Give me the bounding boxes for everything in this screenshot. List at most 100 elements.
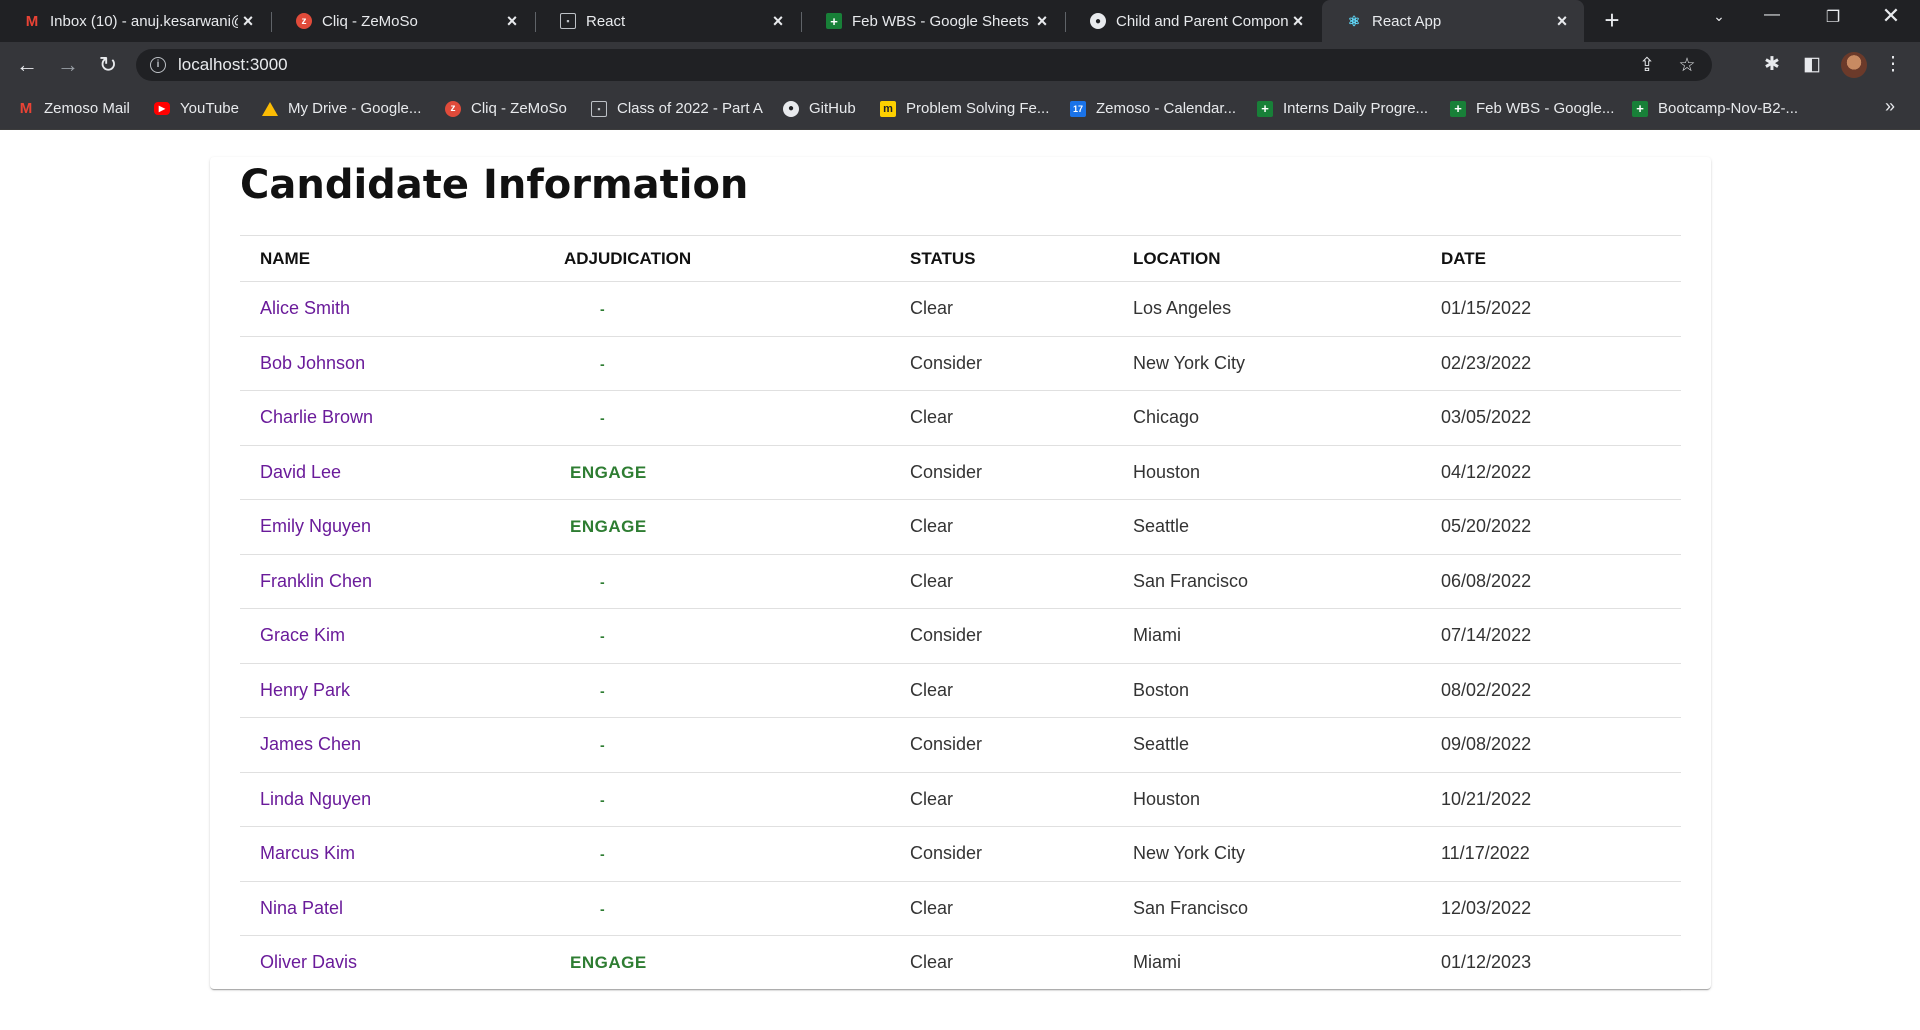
candidate-name[interactable]: Henry Park (240, 663, 564, 718)
new-tab-button[interactable]: + (1598, 7, 1626, 34)
bookmark-interns-daily[interactable]: + Interns Daily Progre... (1257, 100, 1428, 117)
table-row[interactable]: Alice Smith - Clear Los Angeles 01/15/2022 (240, 281, 1681, 337)
tab-sheets[interactable]: + Feb WBS - Google Sheets × (802, 0, 1064, 42)
tab-github[interactable]: ● Child and Parent Components × (1066, 0, 1320, 42)
profile-avatar[interactable] (1841, 52, 1867, 78)
adjudication-cell: - (564, 336, 910, 391)
bookmark-label: Zemoso Mail (44, 100, 130, 117)
table-row[interactable]: Franklin Chen - Clear San Francisco 06/08/20… (240, 554, 1681, 609)
table-row[interactable]: Charlie Brown - Clear Chicago 03/05/2022 (240, 390, 1681, 446)
bookmark-class-of-2022[interactable]: ▪ Class of 2022 - Part A (591, 100, 763, 117)
candidate-name[interactable]: Alice Smith (240, 281, 564, 337)
bookmark-cliq[interactable]: z Cliq - ZeMoSo (445, 100, 567, 117)
bookmark-feb-wbs[interactable]: + Feb WBS - Google... (1450, 100, 1614, 117)
adjudication-value: - (600, 628, 605, 645)
bookmark-youtube[interactable]: ▶ YouTube (154, 100, 239, 117)
bookmark-problem-solving[interactable]: m Problem Solving Fe... (880, 100, 1049, 117)
date-cell: 04/12/2022 (1441, 445, 1681, 500)
table-row[interactable]: Marcus Kim - Consider New York City 11/17/20… (240, 826, 1681, 882)
restore-icon[interactable]: ❐ (1818, 7, 1848, 27)
date-cell: 03/05/2022 (1441, 390, 1681, 446)
close-icon[interactable]: × (238, 11, 258, 32)
bookmark-zemoso-mail[interactable]: M Zemoso Mail (18, 100, 130, 117)
bookmark-label: Interns Daily Progre... (1283, 100, 1429, 117)
tab-react[interactable]: ▪ React × (536, 0, 800, 42)
status-cell: Consider (910, 608, 1133, 664)
close-icon[interactable]: × (1032, 11, 1052, 32)
table-row[interactable]: Bob Johnson - Consider New York City 02/23/2… (240, 336, 1681, 391)
adjudication-value: - (600, 355, 605, 372)
share-icon[interactable]: ⇪ (1636, 54, 1658, 77)
table-row[interactable]: James Chen - Consider Seattle 09/08/2022 (240, 717, 1681, 773)
adjudication-value: - (600, 846, 605, 863)
site-info-icon[interactable]: i (150, 57, 166, 73)
tab-title: Feb WBS - Google Sheets (852, 12, 1029, 30)
close-icon[interactable]: × (1288, 11, 1308, 32)
column-header-adjudication[interactable]: ADJUDICATION (564, 235, 910, 282)
close-icon[interactable]: × (768, 11, 788, 32)
tab-react-app[interactable]: ⚛ React App × (1322, 0, 1584, 42)
table-row[interactable]: David Lee ENGAGE Consider Houston 04/12/2022 (240, 445, 1681, 500)
candidate-name[interactable]: Grace Kim (240, 608, 564, 664)
column-header-status[interactable]: STATUS (910, 235, 1133, 282)
candidate-name[interactable]: Linda Nguyen (240, 772, 564, 827)
candidate-name[interactable]: James Chen (240, 717, 564, 773)
tab-cliq[interactable]: z Cliq - ZeMoSo × (272, 0, 534, 42)
table-row[interactable]: Grace Kim - Consider Miami 07/14/2022 (240, 608, 1681, 664)
extensions-icon[interactable]: ✱ (1760, 53, 1784, 76)
bookmark-bootcamp[interactable]: + Bootcamp-Nov-B2-... (1632, 100, 1798, 117)
table-row[interactable]: Oliver Davis ENGAGE Clear Miami 01/12/2023 (240, 935, 1681, 991)
back-icon[interactable]: ← (14, 52, 40, 78)
drive-icon (262, 101, 278, 116)
forward-icon[interactable]: → (55, 52, 81, 78)
bookmark-star-icon[interactable]: ☆ (1676, 54, 1698, 77)
bookmark-github[interactable]: ● GitHub (783, 100, 856, 117)
address-bar[interactable]: i localhost:3000 ⇪ ☆ (136, 49, 1712, 81)
tab-search-icon[interactable]: ⌄ (1704, 8, 1734, 25)
candidate-name[interactable]: Charlie Brown (240, 390, 564, 446)
bookmark-zemoso-calendar[interactable]: 17 Zemoso - Calendar... (1070, 100, 1236, 117)
more-bookmarks-icon[interactable]: » (1885, 96, 1895, 117)
bookmark-label: Zemoso - Calendar... (1096, 100, 1237, 117)
url-text[interactable]: localhost:3000 (178, 55, 288, 75)
adjudication-value[interactable]: ENGAGE (570, 517, 647, 537)
adjudication-cell: - (564, 663, 910, 718)
adjudication-value[interactable]: ENGAGE (570, 463, 647, 483)
adjudication-cell: ENGAGE (564, 445, 910, 500)
table-row[interactable]: Linda Nguyen - Clear Houston 10/21/2022 (240, 772, 1681, 827)
candidate-name[interactable]: Nina Patel (240, 881, 564, 936)
table-row[interactable]: Emily Nguyen ENGAGE Clear Seattle 05/20/2022 (240, 499, 1681, 555)
column-header-date[interactable]: DATE (1441, 235, 1681, 282)
close-icon[interactable]: × (1552, 11, 1572, 32)
adjudication-value: - (600, 682, 605, 699)
bookmark-my-drive[interactable]: My Drive - Google... (262, 100, 421, 117)
sheets-icon: + (1632, 100, 1648, 117)
page-icon: ▪ (560, 13, 576, 29)
date-cell: 11/17/2022 (1441, 826, 1681, 882)
close-window-icon[interactable]: ✕ (1876, 3, 1906, 29)
date-cell: 02/23/2022 (1441, 336, 1681, 391)
close-icon[interactable]: × (502, 11, 522, 32)
status-cell: Clear (910, 554, 1133, 609)
candidate-name[interactable]: Marcus Kim (240, 826, 564, 882)
tab-gmail[interactable]: M Inbox (10) - anuj.kesarwani@ × (0, 0, 270, 42)
candidate-name[interactable]: David Lee (240, 445, 564, 500)
location-cell: New York City (1133, 336, 1441, 391)
reload-icon[interactable]: ↻ (95, 52, 121, 78)
candidate-name[interactable]: Franklin Chen (240, 554, 564, 609)
adjudication-value[interactable]: ENGAGE (570, 953, 647, 973)
minimize-icon[interactable]: — (1757, 6, 1787, 24)
adjudication-value: - (600, 301, 605, 318)
side-panel-icon[interactable]: ◧ (1800, 53, 1824, 76)
table-row[interactable]: Nina Patel - Clear San Francisco 12/03/2022 (240, 881, 1681, 936)
candidate-name[interactable]: Emily Nguyen (240, 499, 564, 555)
column-header-location[interactable]: LOCATION (1133, 235, 1441, 282)
date-cell: 06/08/2022 (1441, 554, 1681, 609)
bookmark-label: Feb WBS - Google... (1476, 100, 1615, 117)
menu-kebab-icon[interactable]: ⋮ (1881, 53, 1905, 76)
bookmark-label: Bootcamp-Nov-B2-... (1658, 100, 1799, 117)
candidate-name[interactable]: Bob Johnson (240, 336, 564, 391)
table-row[interactable]: Henry Park - Clear Boston 08/02/2022 (240, 663, 1681, 718)
column-header-name[interactable]: NAME (240, 235, 564, 282)
candidate-name[interactable]: Oliver Davis (240, 935, 564, 991)
